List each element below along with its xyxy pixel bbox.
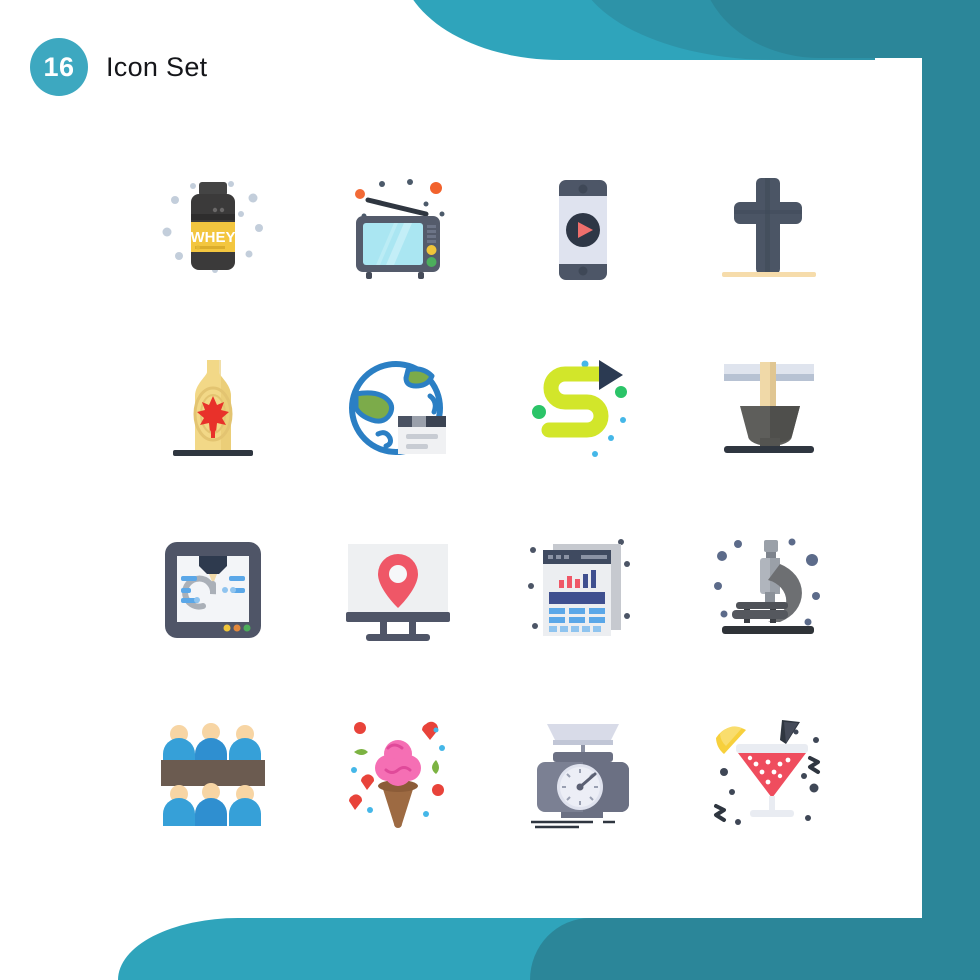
winding-path-arrow-icon: [531, 360, 627, 457]
icon-cell-maple-syrup-bottle[interactable]: [120, 320, 305, 500]
ice-cream-cone-icon: [348, 721, 445, 828]
icon-cell-whey-protein-bottle[interactable]: WHEY: [120, 140, 305, 320]
audience-seating-icon: [160, 723, 265, 826]
svg-text:WHEY: WHEY: [190, 229, 235, 246]
icon-cell-analytics-report[interactable]: [490, 500, 675, 680]
page-title: Icon Set: [106, 51, 208, 82]
icon-cell-kitchen-scale[interactable]: [490, 680, 675, 860]
icon-count-badge: 16: [30, 38, 88, 96]
icon-cell-globe-browser[interactable]: [305, 320, 490, 500]
icon-cell-winding-path-arrow[interactable]: [490, 320, 675, 500]
icon-cell-ice-cream-cone[interactable]: [305, 680, 490, 860]
mobile-video-player-icon: [558, 180, 607, 280]
mortar-pestle-icon: [723, 362, 814, 453]
decor-right-band: [922, 0, 980, 980]
icon-cell-audience-seating[interactable]: [120, 680, 305, 860]
icon-cell-retro-television[interactable]: [305, 140, 490, 320]
kitchen-scale-icon: [530, 724, 629, 829]
icon-cell-mortar-pestle[interactable]: [675, 320, 860, 500]
icon-cell-christian-cross[interactable]: [675, 140, 860, 320]
whey-protein-bottle-icon: WHEY: [162, 181, 263, 273]
monitor-location-pin-icon: [345, 544, 450, 641]
retro-television-icon: [354, 179, 444, 279]
globe-browser-icon: [348, 361, 446, 455]
analytics-report-icon: [527, 539, 630, 636]
christian-cross-icon: [721, 178, 816, 277]
icon-set-page: 16 Icon Set WHEY: [0, 0, 980, 980]
icon-cell-monitor-location-pin[interactable]: [305, 500, 490, 680]
icon-grid: WHEY: [120, 140, 860, 860]
icon-cell-cocktail-glass[interactable]: [675, 680, 860, 860]
decor-bottom-dark-band: [530, 918, 980, 980]
microscope-icon: [713, 538, 820, 634]
page-header: 16 Icon Set: [30, 38, 207, 96]
icon-cell-microscope[interactable]: [675, 500, 860, 680]
maple-syrup-bottle-icon: [172, 360, 253, 456]
3d-printer-icon: [164, 542, 261, 638]
icon-cell-mobile-video-player[interactable]: [490, 140, 675, 320]
icon-cell-3d-printer[interactable]: [120, 500, 305, 680]
cocktail-glass-icon: [713, 720, 820, 825]
